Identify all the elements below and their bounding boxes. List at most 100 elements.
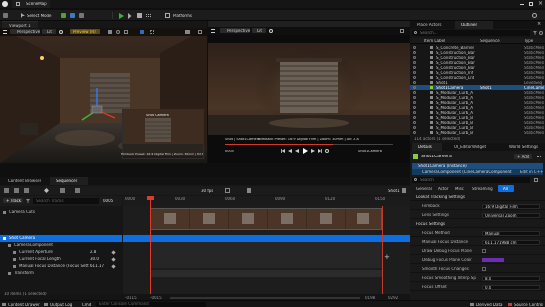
current-frame-field[interactable]: 0005 xyxy=(103,199,113,203)
outliner-row[interactable]: S_Modular_Curb_B StaticMesh xyxy=(410,130,545,135)
checkbox[interactable] xyxy=(482,267,486,271)
viewport-2[interactable]: Perspective Lit Shot | Shot1Camera Filmb… xyxy=(208,21,410,163)
more-icon[interactable] xyxy=(146,14,151,17)
outliner-col-label[interactable]: Item Label xyxy=(424,39,445,43)
transform-icon[interactable] xyxy=(108,30,112,34)
close-icon[interactable]: × xyxy=(538,1,543,7)
seq-breadcrumb-icon[interactable] xyxy=(402,188,406,193)
tab-editor-widget[interactable]: UI_EditorWidget xyxy=(454,145,486,149)
outliner-close-icon[interactable]: × xyxy=(537,22,541,27)
grid-icon[interactable] xyxy=(150,30,154,34)
seq-snap-icon[interactable] xyxy=(60,188,65,193)
sequencer-track-row[interactable]: CameraComponent xyxy=(0,242,122,249)
visibility-icon[interactable] xyxy=(413,51,416,54)
fps-dropdown[interactable]: 30 fps xyxy=(201,189,213,193)
details-property-value-field[interactable]: 16:9 Digital Film xyxy=(482,204,540,209)
transform-track-bar[interactable] xyxy=(150,270,382,277)
tab-world-settings[interactable]: World Settings xyxy=(509,145,538,149)
prev-key-icon[interactable] xyxy=(288,149,292,153)
range-scrollbar[interactable] xyxy=(170,297,360,299)
sequencer-track-row[interactable]: Shot Camera xyxy=(0,235,122,242)
details-property-row[interactable]: Filmback 16:9 Digital Film xyxy=(410,203,545,210)
sequencer-track-row[interactable]: Current Aperture 2.8 xyxy=(0,249,122,256)
stop-icon[interactable] xyxy=(137,13,142,18)
minimize-icon[interactable] xyxy=(520,4,524,5)
derived-data-button[interactable]: Derived Data xyxy=(476,303,503,307)
lit-button[interactable]: Lit xyxy=(42,29,56,34)
visibility-icon[interactable] xyxy=(413,131,416,134)
tab-place-actors[interactable]: Place Actors xyxy=(417,23,442,27)
seq-options-icon[interactable] xyxy=(225,188,230,193)
add-key-button-icon[interactable] xyxy=(111,250,116,255)
track-filter-icon[interactable] xyxy=(26,199,30,203)
filter-tab-actor[interactable]: Actor xyxy=(438,187,449,191)
sequencer-track-value[interactable]: 30.0 xyxy=(90,257,99,261)
playback-progress-track[interactable] xyxy=(225,144,393,145)
outliner-col-sequence[interactable]: Sequence xyxy=(480,39,500,43)
details-search-input[interactable]: Search xyxy=(412,177,530,183)
details-property-row[interactable]: Lookat Tracking Settings xyxy=(410,194,545,201)
visibility-icon[interactable] xyxy=(413,81,416,84)
tab-details[interactable]: Details xyxy=(412,143,442,151)
cmd-dropdown[interactable]: Cmd xyxy=(82,303,91,307)
viewport-2-perspective-button[interactable]: Perspective xyxy=(220,28,250,33)
viewport-1[interactable]: Viewport 1 Perspective Lit Preview (R) S… xyxy=(0,21,207,163)
next-key-icon[interactable] xyxy=(311,149,315,153)
details-property-row[interactable]: Focus Smoothing Interp Sp 8.0 xyxy=(410,275,545,282)
details-property-row[interactable]: Focus Offset 0.0 xyxy=(410,284,545,291)
visibility-icon[interactable] xyxy=(413,86,416,89)
outliner-filter-icon[interactable] xyxy=(533,31,537,35)
visibility-icon[interactable] xyxy=(413,126,416,129)
add-component-button[interactable]: + Add xyxy=(514,154,532,159)
play-icon[interactable] xyxy=(119,13,124,19)
visibility-icon[interactable] xyxy=(413,91,416,94)
details-property-value-field[interactable]: 8.0 xyxy=(482,276,540,281)
seq-camera-icon[interactable] xyxy=(14,188,19,193)
maximize-viewport-icon[interactable] xyxy=(198,30,202,34)
shot-camera-track-bar[interactable] xyxy=(123,235,410,242)
rotate-icon[interactable] xyxy=(116,30,120,34)
add-track-button[interactable]: + Track xyxy=(3,198,23,203)
maximize-icon[interactable] xyxy=(529,2,533,6)
component-track-bar[interactable] xyxy=(150,242,382,268)
sequencer-track-value[interactable]: 611.17 xyxy=(90,264,104,268)
seq-lock-icon[interactable] xyxy=(247,188,251,193)
details-property-row[interactable]: Lens Settings Universal Zoom xyxy=(410,212,545,219)
snap-icon[interactable] xyxy=(140,30,144,34)
camera-speed-icon[interactable] xyxy=(185,30,190,34)
details-property-value-field[interactable]: 0.0 xyxy=(482,285,540,290)
filter-tab-all[interactable]: All xyxy=(498,185,514,192)
viewport-2-lit-button[interactable]: Lit xyxy=(252,28,266,33)
sequencer-track-row[interactable]: Camera Cuts xyxy=(0,209,122,216)
sequencer-track-value[interactable]: 2.8 xyxy=(90,250,96,254)
timeline-ruler[interactable]: 0000 0030 0060 0090 0120 0150 xyxy=(123,196,410,206)
jump-start-icon[interactable] xyxy=(281,149,285,153)
preview-button[interactable]: Preview (R) xyxy=(70,29,100,34)
tab-outliner[interactable]: Outliner xyxy=(455,21,493,29)
details-property-row[interactable]: Manual Focus Distance 611.171988 cm xyxy=(410,239,545,246)
source-control-button[interactable]: Source Control xyxy=(514,303,543,307)
visibility-icon[interactable] xyxy=(413,66,416,69)
details-property-row[interactable]: Focus Settings xyxy=(410,221,545,228)
content-icon[interactable] xyxy=(61,13,66,18)
platforms-dropdown[interactable]: Platforms xyxy=(173,14,192,18)
details-more-icon[interactable] xyxy=(537,156,541,158)
viewport-2-menu-icon[interactable] xyxy=(211,29,215,33)
component-camera-row[interactable]: CameraComponent (CineCameraComponent) Ed… xyxy=(412,169,543,175)
visibility-icon[interactable] xyxy=(413,101,416,104)
console-command-input[interactable]: Enter Console Command xyxy=(96,302,206,307)
visibility-icon[interactable] xyxy=(413,46,416,49)
camera-cuts-section[interactable] xyxy=(150,208,382,230)
jump-end-icon[interactable] xyxy=(318,149,322,153)
details-property-value-field[interactable]: 611.171988 cm xyxy=(482,240,540,245)
sequencer-track-row[interactable]: Current Focal Length 30.0 xyxy=(0,256,122,263)
viewport-2-play-icon[interactable] xyxy=(303,148,308,154)
visibility-icon[interactable] xyxy=(413,96,416,99)
cinematics-icon[interactable] xyxy=(79,13,84,18)
filter-tab-general[interactable]: General xyxy=(416,187,432,191)
show-icon[interactable] xyxy=(59,30,63,34)
loop-icon[interactable] xyxy=(325,149,329,153)
sequencer-track-row[interactable]: Transform xyxy=(0,270,122,277)
seq-render-icon[interactable] xyxy=(24,188,29,193)
checkbox[interactable] xyxy=(482,249,486,253)
